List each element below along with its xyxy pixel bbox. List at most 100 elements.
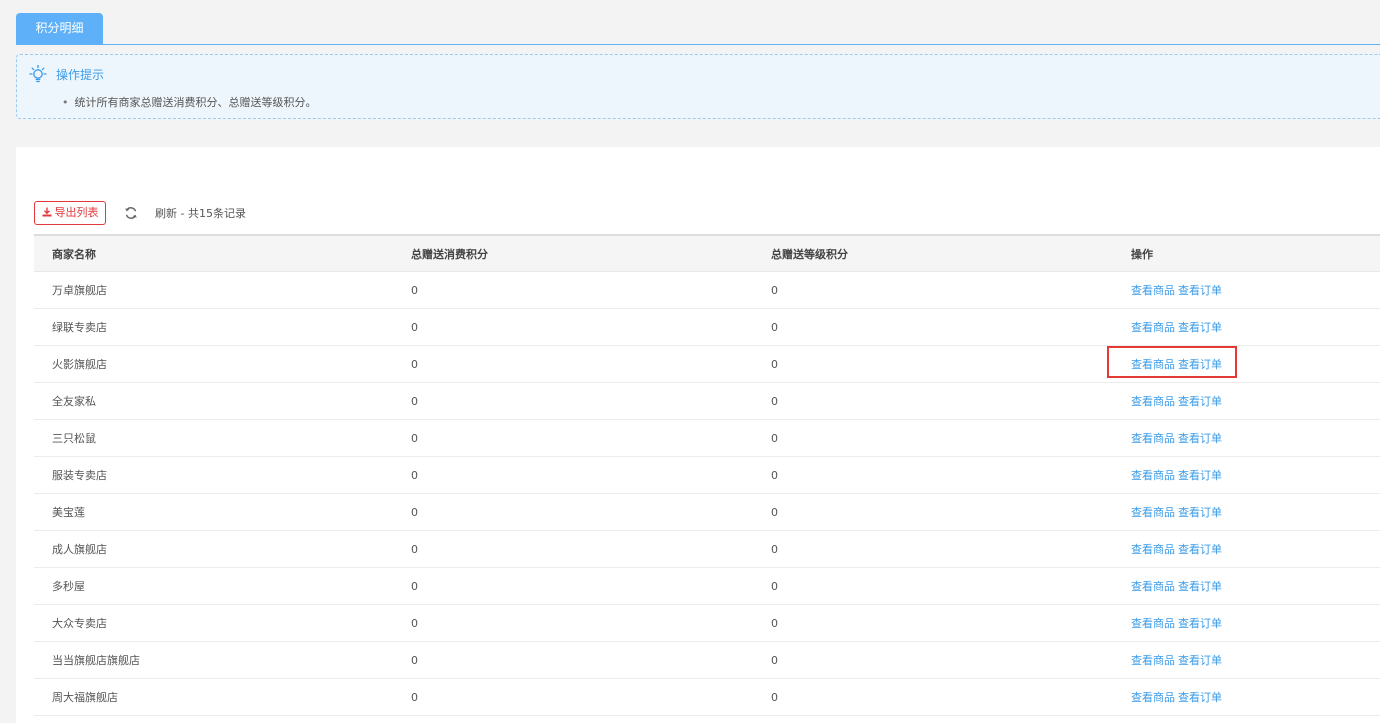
- table-row: 三只松鼠 0 0 查看商品 查看订单: [34, 419, 1380, 457]
- table-row: 周大福旗舰店 0 0 查看商品 查看订单: [34, 678, 1380, 716]
- level-points: 0: [753, 308, 1113, 346]
- row-actions: 查看商品 查看订单: [1113, 530, 1380, 568]
- table-row: 成人旗舰店 0 0 查看商品 查看订单: [34, 530, 1380, 568]
- view-orders-link[interactable]: 查看订单: [1178, 432, 1222, 445]
- view-goods-link[interactable]: 查看商品: [1131, 358, 1175, 371]
- view-orders-link[interactable]: 查看订单: [1178, 506, 1222, 519]
- level-points: 0: [753, 345, 1113, 383]
- column-header-level-points: 总赠送等级积分: [753, 234, 1113, 272]
- merchant-name: 万卓旗舰店: [34, 271, 393, 309]
- level-points: 0: [753, 567, 1113, 605]
- tab-bar: 积分明细: [16, 13, 1380, 45]
- view-goods-link[interactable]: 查看商品: [1131, 506, 1175, 519]
- consume-points: 0: [393, 567, 753, 605]
- consume-points: 0: [393, 382, 753, 420]
- merchant-name: 三只松鼠: [34, 419, 393, 457]
- merchant-name: 当当旗舰店旗舰店: [34, 641, 393, 679]
- tab-points-detail[interactable]: 积分明细: [16, 13, 103, 44]
- row-actions: 查看商品 查看订单: [1113, 456, 1380, 494]
- download-icon: [42, 207, 51, 217]
- level-points: 0: [753, 493, 1113, 531]
- level-points: 0: [753, 641, 1113, 679]
- column-header-actions: 操作: [1113, 234, 1380, 272]
- view-goods-link[interactable]: 查看商品: [1131, 395, 1175, 408]
- consume-points: 0: [393, 419, 753, 457]
- level-points: 0: [753, 530, 1113, 568]
- merchant-name: 美宝莲: [34, 493, 393, 531]
- view-orders-link[interactable]: 查看订单: [1178, 691, 1222, 704]
- merchant-name: 成人旗舰店: [34, 530, 393, 568]
- view-orders-link[interactable]: 查看订单: [1178, 469, 1222, 482]
- refresh-record-count[interactable]: 刷新 - 共15条记录: [155, 205, 246, 221]
- merchant-name: 绿联专卖店: [34, 308, 393, 346]
- row-actions: 查看商品 查看订单: [1113, 345, 1380, 383]
- consume-points: 0: [393, 271, 753, 309]
- tips-line-text: 统计所有商家总赠送消费积分、总赠送等级积分。: [74, 96, 317, 109]
- row-actions: 查看商品 查看订单: [1113, 382, 1380, 420]
- tips-line: • 统计所有商家总赠送消费积分、总赠送等级积分。: [62, 94, 317, 110]
- consume-points: 0: [393, 345, 753, 383]
- row-actions: 查看商品 查看订单: [1113, 678, 1380, 716]
- consume-points: 0: [393, 530, 753, 568]
- table-row: 服装专卖店 0 0 查看商品 查看订单: [34, 456, 1380, 494]
- view-goods-link[interactable]: 查看商品: [1131, 469, 1175, 482]
- view-goods-link[interactable]: 查看商品: [1131, 284, 1175, 297]
- consume-points: 0: [393, 678, 753, 716]
- row-actions: 查看商品 查看订单: [1113, 567, 1380, 605]
- level-points: 0: [753, 604, 1113, 642]
- view-orders-link[interactable]: 查看订单: [1178, 543, 1222, 556]
- view-goods-link[interactable]: 查看商品: [1131, 580, 1175, 593]
- table-toolbar: 导出列表 刷新 - 共15条记录: [34, 201, 634, 225]
- column-header-consume-points: 总赠送消费积分: [393, 234, 753, 272]
- content-panel: 导出列表 刷新 - 共15条记录 商家名称 总赠送消费积分 总赠送等级积分 操作…: [16, 147, 1380, 723]
- export-list-label: 导出列表: [54, 206, 99, 219]
- consume-points: 0: [393, 604, 753, 642]
- table-row: 万卓旗舰店 0 0 查看商品 查看订单: [34, 271, 1380, 309]
- consume-points: 0: [393, 493, 753, 531]
- view-orders-link[interactable]: 查看订单: [1178, 617, 1222, 630]
- table-row: 全友家私 0 0 查看商品 查看订单: [34, 382, 1380, 420]
- lightbulb-icon: [29, 64, 47, 83]
- tips-title: 操作提示: [56, 68, 105, 82]
- merchant-name: 多秒屋: [34, 567, 393, 605]
- row-actions: 查看商品 查看订单: [1113, 419, 1380, 457]
- view-orders-link[interactable]: 查看订单: [1178, 580, 1222, 593]
- view-goods-link[interactable]: 查看商品: [1131, 654, 1175, 667]
- column-header-merchant-name: 商家名称: [34, 234, 393, 272]
- table-row: 当当旗舰店旗舰店 0 0 查看商品 查看订单: [34, 641, 1380, 679]
- view-orders-link[interactable]: 查看订单: [1178, 358, 1222, 371]
- table-row: 绿联专卖店 0 0 查看商品 查看订单: [34, 308, 1380, 346]
- export-list-button[interactable]: 导出列表: [34, 201, 106, 225]
- merchant-name: 大众专卖店: [34, 604, 393, 642]
- consume-points: 0: [393, 456, 753, 494]
- view-orders-link[interactable]: 查看订单: [1178, 654, 1222, 667]
- merchant-name: 火影旗舰店: [34, 345, 393, 383]
- view-orders-link[interactable]: 查看订单: [1178, 284, 1222, 297]
- table-row: 美宝莲 0 0 查看商品 查看订单: [34, 493, 1380, 531]
- row-actions: 查看商品 查看订单: [1113, 641, 1380, 679]
- view-orders-link[interactable]: 查看订单: [1178, 321, 1222, 334]
- view-goods-link[interactable]: 查看商品: [1131, 432, 1175, 445]
- bullet-icon: •: [62, 96, 69, 109]
- merchant-name: 服装专卖店: [34, 456, 393, 494]
- table-row: 大众专卖店 0 0 查看商品 查看订单: [34, 604, 1380, 642]
- consume-points: 0: [393, 308, 753, 346]
- row-actions: 查看商品 查看订单: [1113, 604, 1380, 642]
- merchant-name: 全友家私: [34, 382, 393, 420]
- table-row: 火影旗舰店 0 0 查看商品 查看订单: [34, 345, 1380, 383]
- merchant-name: 周大福旗舰店: [34, 678, 393, 716]
- level-points: 0: [753, 678, 1113, 716]
- view-goods-link[interactable]: 查看商品: [1131, 321, 1175, 334]
- level-points: 0: [753, 271, 1113, 309]
- view-goods-link[interactable]: 查看商品: [1131, 617, 1175, 630]
- table-row: 多秒屋 0 0 查看商品 查看订单: [34, 567, 1380, 605]
- row-actions: 查看商品 查看订单: [1113, 493, 1380, 531]
- view-orders-link[interactable]: 查看订单: [1178, 395, 1222, 408]
- level-points: 0: [753, 456, 1113, 494]
- row-actions: 查看商品 查看订单: [1113, 308, 1380, 346]
- row-actions: 查看商品 查看订单: [1113, 271, 1380, 309]
- view-goods-link[interactable]: 查看商品: [1131, 543, 1175, 556]
- view-goods-link[interactable]: 查看商品: [1131, 691, 1175, 704]
- refresh-icon[interactable]: [124, 206, 138, 220]
- merchant-points-table: 商家名称 总赠送消费积分 总赠送等级积分 操作 万卓旗舰店 0 0 查看商品 查看…: [34, 234, 1380, 716]
